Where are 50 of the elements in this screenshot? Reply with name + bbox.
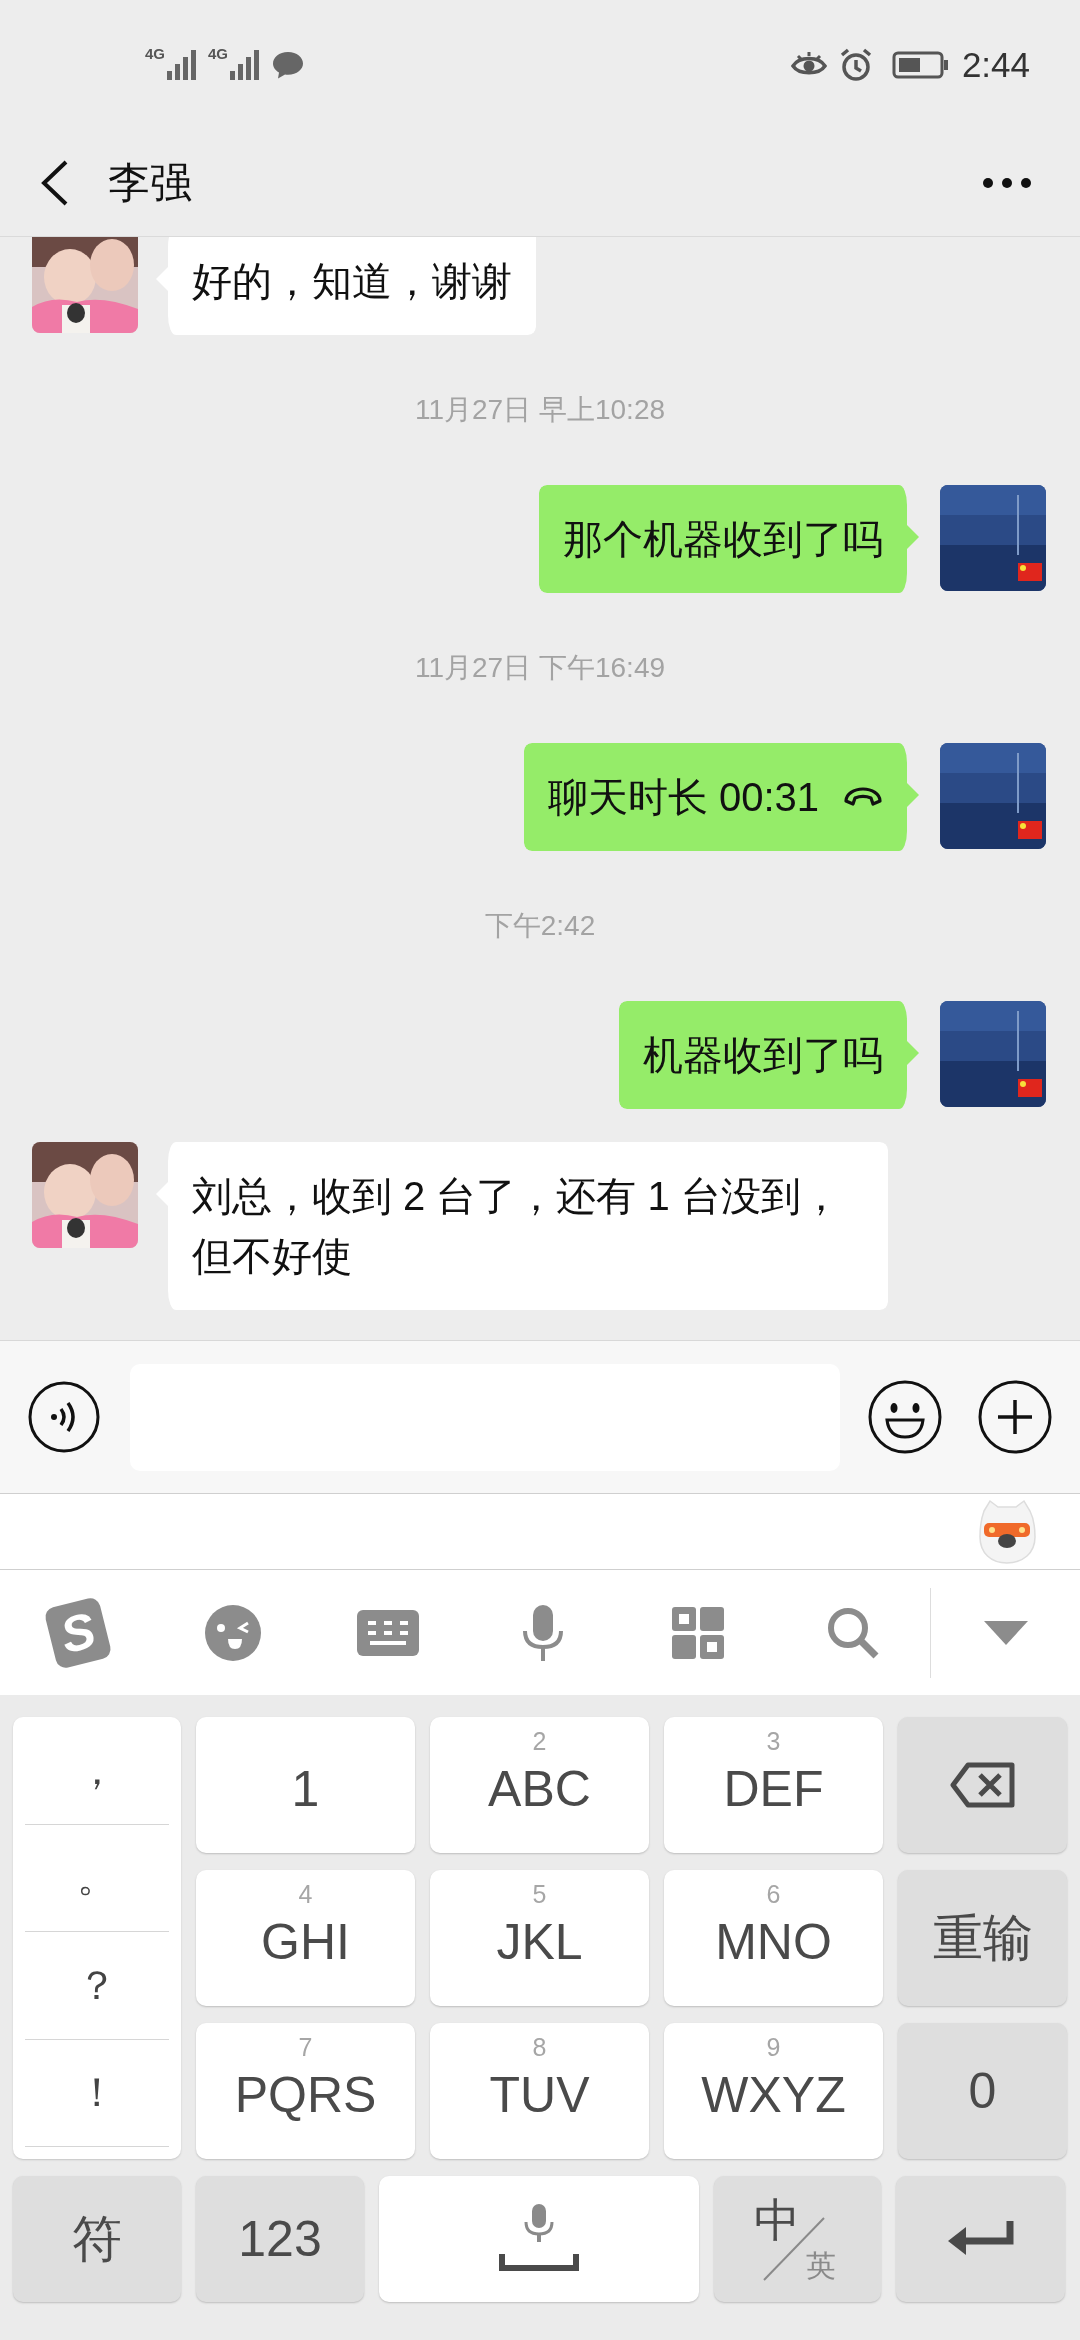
language-switch-key[interactable]: 中 英 [714,2176,881,2302]
keypad-key[interactable]: 7 PQRS [196,2023,415,2159]
function-key[interactable]: 0 [898,2023,1067,2159]
chat-bubble-icon [271,50,306,80]
chat-title: 李强 [108,158,193,208]
keypad-key[interactable]: 8 TUV [430,2023,649,2159]
mascot-icon[interactable] [978,1498,1036,1565]
timestamp: 下午2:42 [484,909,596,943]
status-time: 2:44 [961,45,1030,85]
keypad-key[interactable]: 9 WXYZ [664,2023,883,2159]
phone-icon [843,786,883,808]
bubble-tail [907,783,919,807]
keypad-key[interactable]: 4 GHI [196,1870,415,2006]
message-bubble: 刘总，收到 2 台了，还有 1 台没到，但不好使 [156,1142,888,1310]
search-icon[interactable] [825,1605,880,1660]
microphone-icon[interactable] [520,1604,565,1661]
timestamp: 11月27日 早上10:28 [414,393,666,427]
keypad-key[interactable]: 1 [196,1717,415,1853]
grid-icon[interactable] [671,1606,724,1659]
network-type-label: 4G [208,45,229,62]
punctuation-key[interactable]: ！ [25,2039,169,2147]
keypad-key[interactable]: 3 DEF [664,1717,883,1853]
enter-key[interactable] [896,2176,1065,2302]
call-record-bubble[interactable]: 聊天时长 00:31 [523,743,919,851]
dropdown-icon[interactable] [983,1620,1028,1645]
timestamp: 11月27日 下午16:49 [414,651,666,685]
punctuation-key[interactable]: ， [25,1717,169,1825]
punctuation-key[interactable]: ？ [25,1932,169,2040]
backspace-key[interactable] [898,1717,1067,1853]
keypad-key[interactable]: 2 ABC [430,1717,649,1853]
punctuation-key[interactable]: 。 [25,1824,169,1932]
more-icon[interactable] [982,177,1032,189]
keypad-key[interactable]: 6 MNO [664,1870,883,2006]
function-key[interactable]: 符 [13,2176,181,2302]
network-type-label: 4G [145,45,165,62]
backspace-icon [949,1762,1016,1808]
function-key[interactable]: 重输 [898,1870,1067,2006]
space-microphone-icon [499,2204,579,2274]
call-duration-text: 聊天时长 00:31 [547,774,819,821]
plus-icon[interactable] [978,1380,1052,1454]
keyboard-icon[interactable] [356,1609,419,1656]
space-key[interactable] [379,2176,699,2302]
message-bubble: 那个机器收到了吗 [539,485,919,593]
message-bubble: 好的，知道，谢谢 [156,237,536,335]
message-bubble: 机器收到了吗 [619,1001,919,1109]
function-key[interactable]: 123 [196,2176,364,2302]
keypad-key[interactable]: 5 JKL [430,1870,649,2006]
battery-icon [891,50,950,80]
emoji-icon[interactable] [868,1380,942,1454]
voice-icon[interactable] [28,1381,100,1453]
